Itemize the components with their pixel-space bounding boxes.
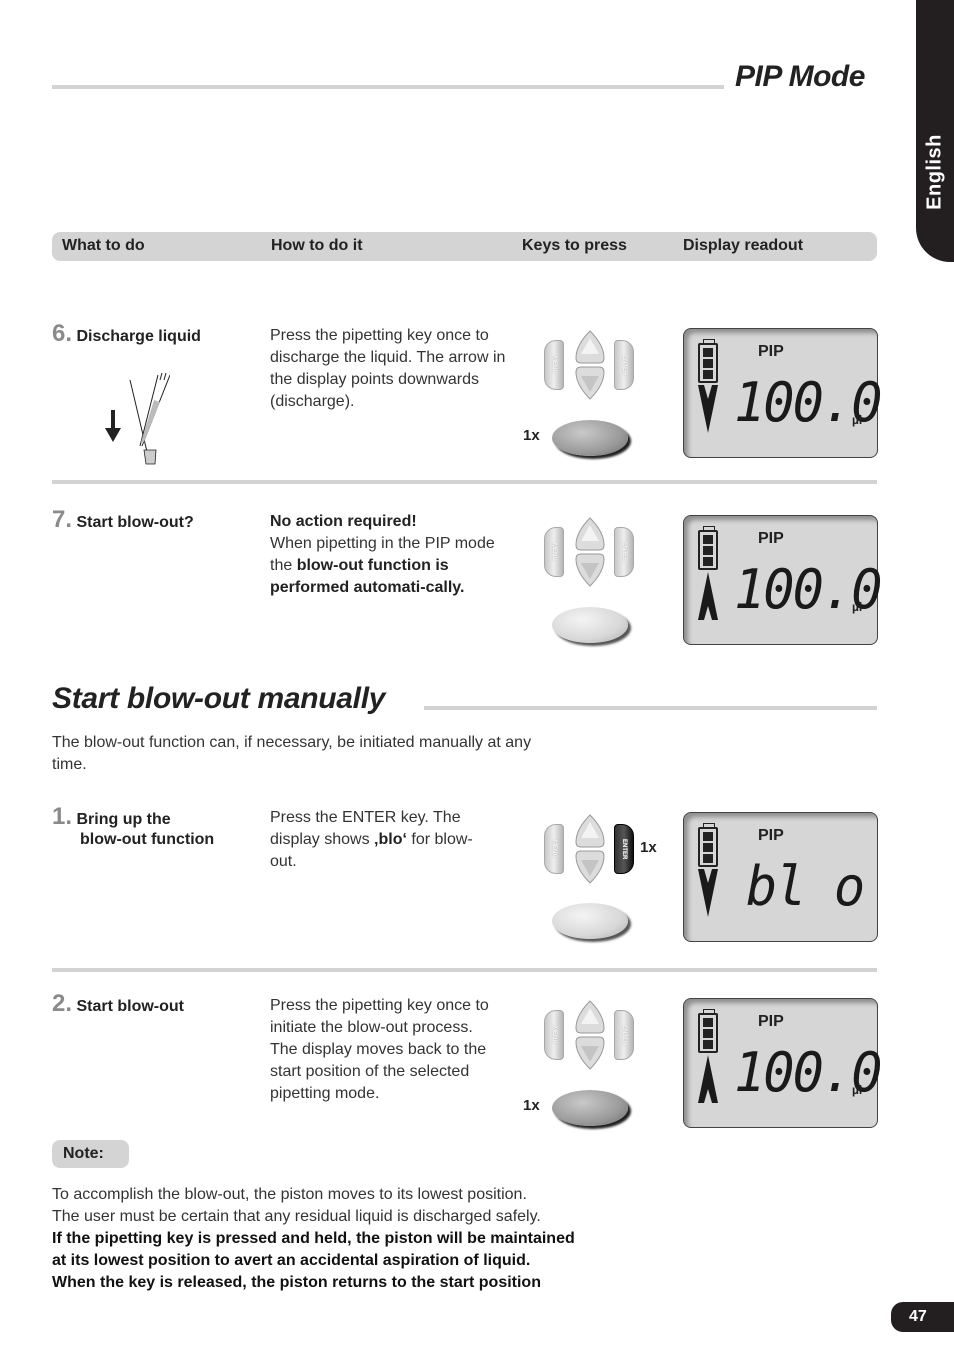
lcd-display: PIP bl o [683, 812, 878, 942]
battery-icon [698, 526, 718, 570]
lcd-value: bl o [746, 855, 865, 919]
note-line: When the key is released, the piston ret… [52, 1274, 541, 1291]
up-arrow-key[interactable] [575, 330, 605, 364]
step-number: 1. [52, 803, 73, 830]
page-number: 47 [891, 1302, 954, 1332]
step-title: Start blow-out [76, 998, 185, 1015]
step-description: No action required! When pipetting in th… [270, 513, 495, 596]
keypad: MENU ENTER [544, 814, 644, 894]
enter-key[interactable]: ENTER [614, 824, 634, 874]
step-1: 1. Bring up the [52, 803, 171, 831]
menu-key[interactable]: MENU [544, 824, 564, 874]
lcd-mode: PIP [758, 343, 784, 360]
step-divider [52, 480, 877, 484]
up-arrow-key[interactable] [575, 1000, 605, 1034]
keypad: MENU ENTER [544, 517, 644, 597]
step-description: Press the pipetting key once to discharg… [270, 327, 506, 410]
note-line: at its lowest position to avert an accid… [52, 1252, 531, 1269]
arrow-down-icon [698, 385, 718, 433]
step-6: 6. Discharge liquid [52, 320, 201, 348]
lcd-unit: µl [852, 1083, 863, 1097]
step-description: Press the ENTER key. The display shows ‚… [270, 809, 473, 870]
trigger-press-count: 1x [523, 427, 540, 444]
lcd-unit: µl [852, 413, 863, 427]
column-header-display: Display readout [683, 237, 804, 254]
pipetting-key[interactable] [552, 903, 628, 939]
battery-icon [698, 823, 718, 867]
keypad: MENU ENTER [544, 330, 644, 410]
step-divider [52, 968, 877, 972]
language-tab[interactable]: English [916, 0, 954, 262]
description-lead: No action required! [270, 513, 417, 530]
lcd-display: PIP 100.0 µl [683, 328, 883, 458]
step-title: Bring up the [76, 811, 171, 828]
step-2: 2. Start blow-out [52, 990, 184, 1018]
lcd-display: PIP 100.0 µl [683, 515, 883, 645]
page-title: PIP Mode [735, 60, 865, 93]
pipetting-key[interactable] [552, 607, 628, 643]
step-number: 2. [52, 990, 73, 1017]
pipette-discharge-icon [105, 372, 170, 465]
pipetting-key[interactable] [552, 420, 628, 456]
section-rule [424, 706, 877, 710]
lcd-mode: PIP [758, 1013, 784, 1030]
header-rule [52, 85, 724, 89]
lcd-mode: PIP [758, 530, 784, 547]
menu-key[interactable]: MENU [544, 340, 564, 390]
step-number: 6. [52, 320, 73, 347]
step-title: Start blow-out? [76, 514, 194, 531]
enter-key[interactable]: ENTER [614, 527, 634, 577]
column-header-what: What to do [62, 237, 145, 254]
step-title-line-2: blow-out function [80, 831, 215, 848]
note-text: To accomplish the blow-out, the piston m… [52, 1184, 692, 1294]
column-header-how: How to do it [271, 237, 363, 254]
keypad: MENU ENTER [544, 1000, 644, 1080]
battery-icon [698, 1009, 718, 1053]
trigger-press-count: 1x [523, 1097, 540, 1114]
step-number: 7. [52, 506, 73, 533]
step-7: 7. Start blow-out? [52, 506, 194, 534]
note-line: To accomplish the blow-out, the piston m… [52, 1186, 527, 1203]
down-arrow-key[interactable] [575, 553, 605, 587]
enter-key[interactable]: ENTER [614, 1010, 634, 1060]
lcd-mode: PIP [758, 827, 784, 844]
language-tab-label: English [923, 134, 946, 210]
step-description: Press the pipetting key once to initiate… [270, 997, 489, 1102]
up-arrow-key[interactable] [575, 814, 605, 848]
menu-key[interactable]: MENU [544, 1010, 564, 1060]
column-header-bar: What to do How to do it Keys to press Di… [52, 232, 877, 261]
step-title: Discharge liquid [76, 328, 201, 345]
enter-press-count: 1x [640, 839, 657, 856]
note-badge: Note: [52, 1140, 129, 1168]
battery-icon [698, 339, 718, 383]
enter-key[interactable]: ENTER [614, 340, 634, 390]
column-header-keys: Keys to press [522, 237, 627, 254]
arrow-down-icon [698, 869, 718, 917]
arrow-up-icon [698, 1055, 718, 1103]
section-intro: The blow-out function can, if necessary,… [52, 734, 532, 773]
arrow-up-icon [698, 572, 718, 620]
lcd-unit: µl [852, 600, 863, 614]
lcd-display: PIP 100.0 µl [683, 998, 883, 1128]
down-arrow-key[interactable] [575, 1036, 605, 1070]
down-arrow-key[interactable] [575, 850, 605, 884]
down-arrow-key[interactable] [575, 366, 605, 400]
pipetting-key[interactable] [552, 1090, 628, 1126]
note-line: The user must be certain that any residu… [52, 1208, 541, 1225]
section-title: Start blow-out manually [52, 682, 386, 715]
up-arrow-key[interactable] [575, 517, 605, 551]
note-line: If the pipetting key is pressed and held… [52, 1230, 575, 1247]
menu-key[interactable]: MENU [544, 527, 564, 577]
